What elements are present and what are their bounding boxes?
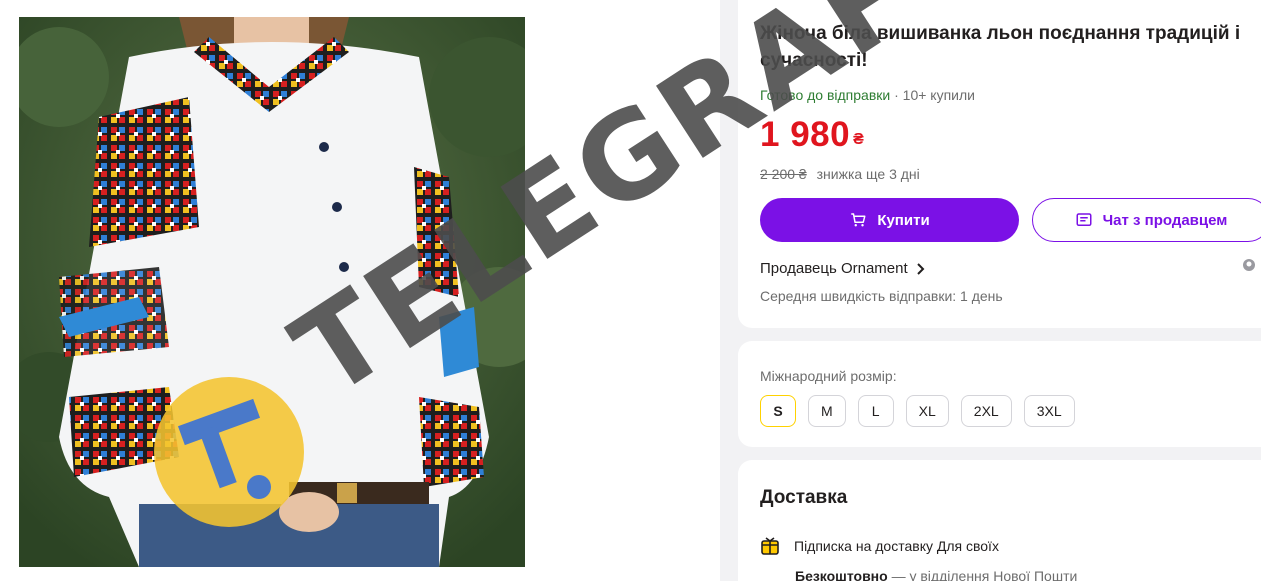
- delivery-card: Доставка Підписка на доставку Для своїх …: [738, 460, 1261, 581]
- availability-line: Готово до відправки · 10+ купили: [760, 87, 975, 103]
- delivery-title: Доставка: [760, 487, 848, 508]
- size-option-3xl[interactable]: 3XL: [1023, 395, 1075, 427]
- free-note: — у відділення Нової Пошти: [887, 568, 1078, 581]
- shipping-speed: Середня швидкість відправки: 1 день: [760, 288, 1003, 304]
- size-option-xl[interactable]: XL: [905, 395, 949, 427]
- price-currency: ₴: [853, 131, 865, 148]
- product-title: Жіноча біла вишиванка льон поєднання тра…: [760, 23, 1241, 71]
- buy-button-label: Купити: [877, 211, 930, 229]
- free-label: Безкоштовно: [795, 568, 888, 581]
- delivery-subscription[interactable]: Підписка на доставку Для своїх: [760, 536, 999, 556]
- size-options: S M L XL 2XL 3XL: [760, 395, 1075, 427]
- delivery-free-line: Безкоштовно — у відділення Нової Пошти: [795, 568, 1077, 581]
- product-photo[interactable]: [19, 17, 525, 567]
- product-gallery: [0, 0, 720, 581]
- size-option-2xl[interactable]: 2XL: [960, 395, 1012, 427]
- seller-label: Продавець Ornament: [760, 260, 908, 277]
- ready-status: Готово до відправки: [760, 87, 891, 103]
- product-info-card: Жіноча біла вишиванка льон поєднання тра…: [738, 0, 1261, 328]
- separator-dot: ·: [894, 87, 903, 103]
- buy-button[interactable]: Купити: [760, 198, 1019, 242]
- old-price: 2 200 ₴: [760, 166, 807, 182]
- cart-icon: [851, 213, 866, 227]
- size-card: Міжнародний розмір: S M L XL 2XL 3XL: [738, 341, 1261, 447]
- old-price-line: 2 200 ₴ знижка ще 3 дні: [760, 166, 920, 182]
- price-value: 1 980: [760, 115, 851, 154]
- subscription-label: Підписка на доставку Для своїх: [794, 538, 999, 554]
- box-icon: [761, 537, 779, 555]
- bought-count: 10+ купили: [902, 87, 975, 103]
- chevron-right-icon: [916, 262, 925, 275]
- seller-link[interactable]: Продавець Ornament: [760, 260, 926, 277]
- chat-with-seller-button[interactable]: Чат з продавцем: [1032, 198, 1261, 242]
- size-label: Міжнародний розмір:: [760, 368, 897, 384]
- size-option-s[interactable]: S: [760, 395, 796, 427]
- size-option-l[interactable]: L: [857, 395, 894, 427]
- size-option-m[interactable]: M: [808, 395, 846, 427]
- chat-icon: [1076, 213, 1092, 226]
- current-price: 1 980 ₴: [760, 115, 864, 155]
- chat-button-label: Чат з продавцем: [1102, 211, 1228, 229]
- product-photo-illustration: [19, 17, 525, 567]
- discount-note: знижка ще 3 дні: [816, 166, 920, 182]
- seller-badge-icon: [1243, 259, 1255, 271]
